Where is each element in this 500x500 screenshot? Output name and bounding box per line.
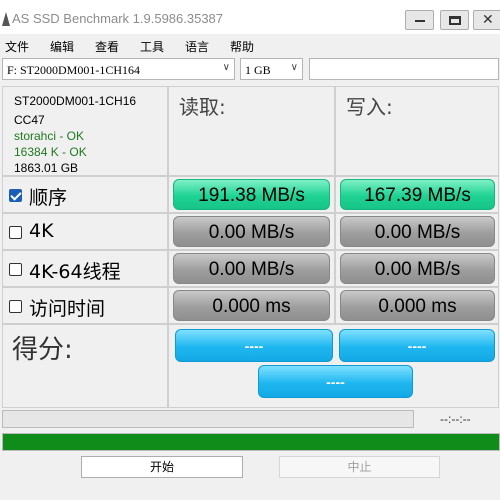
test-label-access: 访问时间 (29, 298, 106, 320)
maximize-button[interactable] (440, 10, 469, 30)
read-column-header: 读取: (168, 86, 335, 176)
chevron-down-icon: ∨ (290, 62, 298, 73)
chevron-down-icon: ∨ (222, 62, 230, 73)
drive-firmware: CC47 (14, 113, 45, 127)
menu-language[interactable]: 语言 (185, 38, 209, 55)
access-write-value: 0.000 ms (340, 290, 495, 321)
close-button[interactable]: ✕ (473, 10, 500, 30)
alignment-status: 16384 K - OK (14, 145, 87, 159)
drive-info-panel: ST2000DM001-1CH16 CC47 storahci - OK 163… (2, 86, 168, 176)
access-checkbox[interactable] (9, 300, 22, 313)
test-label-seq: 顺序 (29, 187, 68, 209)
score-panel: ---- ---- ---- (168, 324, 499, 408)
overall-progress-bar (2, 433, 500, 451)
test-row-seq: 顺序 (2, 176, 168, 213)
start-button[interactable]: 开始 (81, 456, 243, 478)
app-icon (2, 12, 10, 26)
4k64-write-value: 0.00 MB/s (340, 253, 495, 284)
menu-view[interactable]: 查看 (95, 38, 119, 55)
write-header-label: 写入: (346, 95, 393, 119)
menu-file[interactable]: 文件 (5, 38, 29, 55)
result-cell: 167.39 MB/s (335, 176, 499, 213)
access-read-value: 0.000 ms (173, 290, 330, 321)
close-icon: ✕ (482, 12, 494, 28)
4k-checkbox[interactable] (9, 226, 22, 239)
test-row-access: 访问时间 (2, 287, 168, 324)
test-label-4k: 4K (29, 220, 54, 242)
maximize-icon (449, 16, 461, 25)
selector-row: F: ST2000DM001-1CH164 ∨ 1 GB ∨ (0, 58, 500, 83)
score-total-value: ---- (258, 365, 413, 398)
stop-button[interactable]: 中止 (279, 456, 440, 478)
overall-progress-fill (3, 434, 499, 450)
write-column-header: 写入: (335, 86, 499, 176)
test-row-4k64: 4K-64线程 (2, 250, 168, 287)
result-cell: 0.00 MB/s (335, 213, 499, 250)
drive-select[interactable]: F: ST2000DM001-1CH164 ∨ (2, 58, 235, 80)
result-cell: 0.00 MB/s (335, 250, 499, 287)
read-header-label: 读取: (179, 95, 226, 119)
test-row-4k: 4K (2, 213, 168, 250)
seq-read-value: 191.38 MB/s (173, 179, 330, 210)
seq-checkbox[interactable] (9, 189, 22, 202)
size-select-value: 1 GB (245, 63, 271, 77)
score-write-value: ---- (339, 329, 495, 362)
4k-read-value: 0.00 MB/s (173, 216, 330, 247)
test-label-4k64: 4K-64线程 (29, 261, 121, 283)
result-cell: 0.00 MB/s (168, 213, 335, 250)
result-cell: 0.000 ms (168, 287, 335, 324)
4k64-read-value: 0.00 MB/s (173, 253, 330, 284)
drive-model: ST2000DM001-1CH16 (14, 94, 137, 108)
result-cell: 0.00 MB/s (168, 250, 335, 287)
drive-capacity: 1863.01 GB (14, 161, 79, 175)
drive-select-value: F: ST2000DM001-1CH164 (7, 63, 141, 77)
size-select[interactable]: 1 GB ∨ (240, 58, 303, 80)
menu-bar: 文件 编辑 查看 工具 语言 帮助 (0, 34, 500, 56)
score-read-value: ---- (175, 329, 333, 362)
test-progress-bar (2, 410, 414, 428)
menu-help[interactable]: 帮助 (230, 38, 254, 55)
4k-write-value: 0.00 MB/s (340, 216, 495, 247)
score-label-cell: 得分: (2, 324, 168, 408)
result-cell: 191.38 MB/s (168, 176, 335, 213)
score-label: 得分: (12, 335, 73, 365)
4k64-checkbox[interactable] (9, 263, 22, 276)
window-title: AS SSD Benchmark 1.9.5986.35387 (12, 11, 224, 26)
extra-field[interactable] (309, 58, 499, 80)
minimize-icon (415, 20, 425, 22)
driver-status: storahci - OK (14, 129, 85, 143)
seq-write-value: 167.39 MB/s (340, 179, 495, 210)
minimize-button[interactable] (405, 10, 434, 30)
result-cell: 0.000 ms (335, 287, 499, 324)
title-bar: AS SSD Benchmark 1.9.5986.35387 ✕ (0, 0, 500, 34)
menu-edit[interactable]: 编辑 (50, 38, 74, 55)
menu-tools[interactable]: 工具 (140, 38, 164, 55)
elapsed-time: --:--:-- (440, 412, 471, 426)
